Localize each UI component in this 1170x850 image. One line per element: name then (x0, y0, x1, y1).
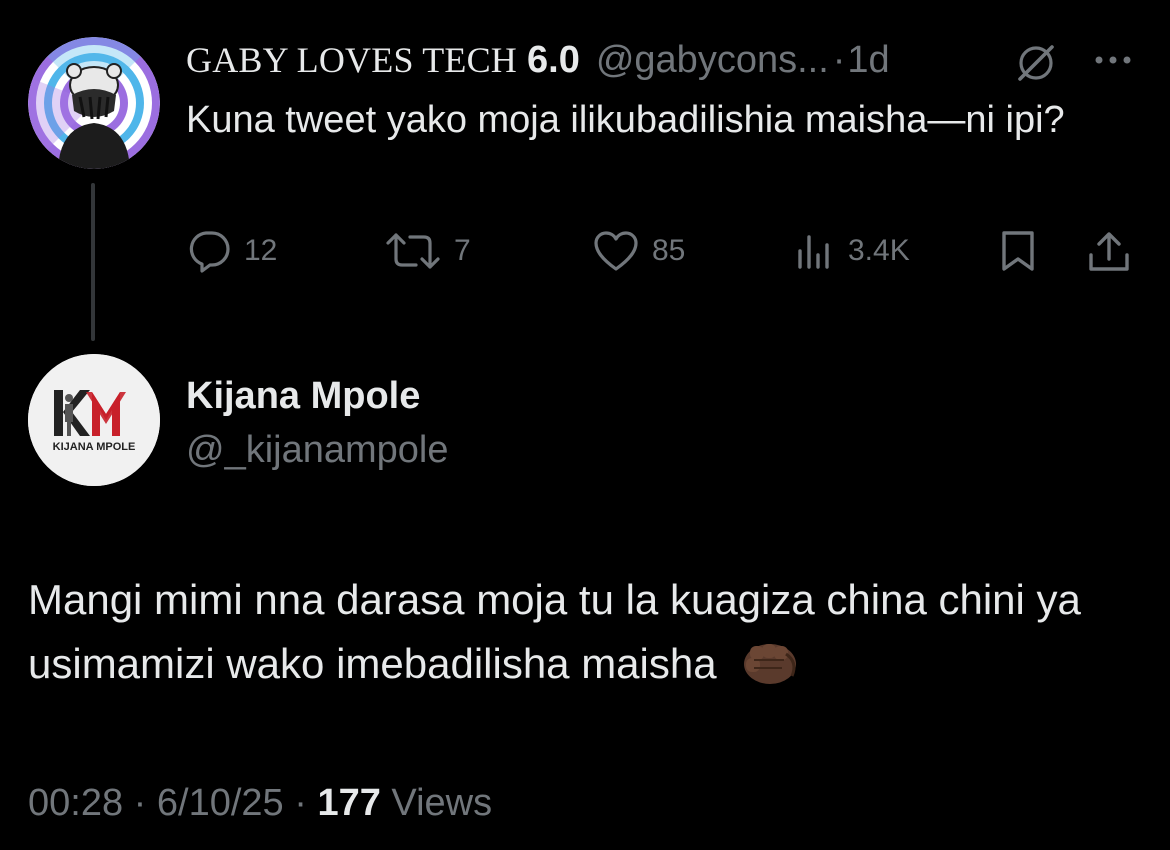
reply-icon (189, 231, 230, 273)
reply-text-body: Mangi mimi nna darasa moja tu la kuagiza… (28, 576, 1081, 687)
reply-time[interactable]: 00:28 (28, 782, 123, 824)
reply-meta-separator-1: · (133, 782, 147, 824)
share-icon (1089, 232, 1129, 271)
hypnotic-spiral-avatar-icon (28, 37, 160, 169)
heart-icon (594, 231, 638, 271)
views-button[interactable]: 3.4K (792, 226, 910, 276)
parent-separator: · (832, 39, 846, 81)
thread-line (91, 183, 95, 341)
reply-button[interactable]: 12 (186, 226, 277, 276)
repost-button[interactable]: 7 (384, 226, 471, 276)
kijana-mpole-logo-icon: KIJANA MPOLE (28, 354, 160, 486)
views-count: 3.4K (848, 234, 910, 267)
reply-date[interactable]: 6/10/25 (157, 782, 284, 824)
logo-caption: KIJANA MPOLE (53, 441, 136, 453)
reply-tweet-text: Mangi mimi nna darasa moja tu la kuagiza… (28, 568, 1148, 696)
parent-handle[interactable]: @gabycons... (596, 38, 829, 82)
more-options-icon[interactable] (1085, 40, 1141, 80)
like-button[interactable]: 85 (592, 226, 685, 276)
bookmark-icon (1002, 231, 1034, 271)
bookmark-button[interactable] (998, 226, 1038, 276)
views-icon (798, 235, 829, 269)
parent-author-name[interactable]: GABY LOVES TECH (186, 38, 517, 82)
grok-icon[interactable] (1014, 41, 1058, 85)
fist-emoji-icon (744, 644, 797, 684)
reply-author-name[interactable]: Kijana Mpole (186, 372, 420, 420)
parent-timestamp[interactable]: 1d (847, 38, 889, 82)
reply-views-label[interactable]: Views (391, 782, 492, 824)
parent-tweet-text: Kuna tweet yako moja ilikubadilishia mai… (186, 99, 1065, 141)
parent-header: GABY LOVES TECH 6.0 @gabycons... · 1d (186, 38, 890, 82)
reply-views-count[interactable]: 177 (317, 782, 380, 824)
reply-meta-separator-2: · (294, 782, 307, 824)
parent-avatar[interactable] (28, 37, 160, 169)
parent-author-name-suffix[interactable]: 6.0 (527, 38, 580, 82)
reply-count: 12 (244, 234, 278, 267)
repost-count: 7 (454, 234, 471, 267)
repost-icon (386, 233, 440, 269)
reply-meta: 00:28 · 6/10/25 · 177 Views (28, 778, 492, 828)
reply-handle[interactable]: @_kijanampole (186, 426, 449, 474)
reply-avatar[interactable]: KIJANA MPOLE (28, 354, 160, 486)
like-count: 85 (652, 234, 686, 267)
share-button[interactable] (1085, 226, 1133, 276)
